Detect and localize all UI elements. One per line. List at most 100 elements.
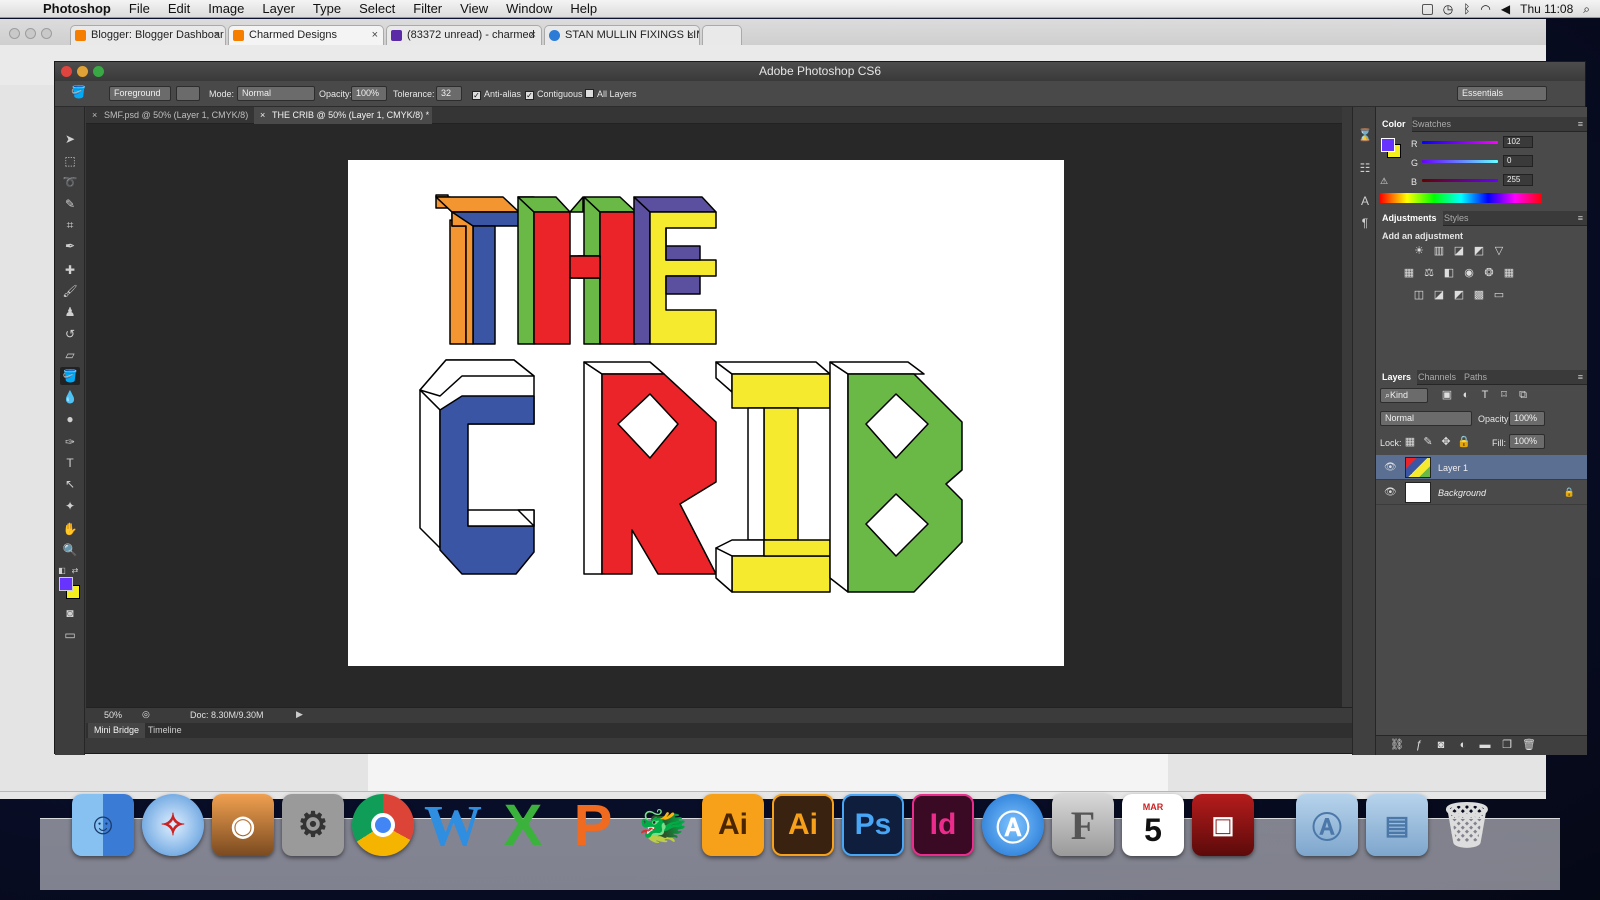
photo-booth-dock-icon[interactable]: ▣ (1192, 794, 1254, 856)
hue-saturation-icon[interactable]: ▦ (1402, 267, 1416, 280)
browser-minimize-button[interactable] (25, 28, 36, 39)
move-tool-icon[interactable]: ➤ (60, 130, 80, 148)
system-preferences-dock-icon[interactable]: ⚙ (282, 794, 344, 856)
color-lookup-icon[interactable]: ▦ (1502, 267, 1516, 280)
photoshop-dock-icon[interactable]: Ps (842, 794, 904, 856)
g-value[interactable]: 0 (1503, 155, 1533, 167)
filter-adjustment-icon[interactable]: ◐ (1459, 389, 1473, 402)
clone-stamp-tool-icon[interactable]: ♟ (60, 303, 80, 321)
curves-icon[interactable]: ◪ (1452, 245, 1466, 258)
zoom-level[interactable]: 50% (104, 710, 122, 720)
quick-select-tool-icon[interactable]: ✎ (60, 195, 80, 213)
photo-filter-icon[interactable]: ◉ (1462, 267, 1476, 280)
zoom-tool-icon[interactable]: 🔍 (60, 541, 80, 559)
new-layer-icon[interactable]: ❐ (1500, 739, 1514, 752)
doc-tab-smf[interactable]: × SMF.psd @ 50% (Layer 1, CMYK/8) (86, 107, 252, 124)
blend-mode-select[interactable]: Normal (1380, 411, 1472, 426)
menu-edit[interactable]: Edit (159, 1, 199, 16)
menu-help[interactable]: Help (561, 1, 606, 16)
menu-window[interactable]: Window (497, 1, 561, 16)
close-icon[interactable]: × (92, 107, 97, 124)
layer-row-background[interactable]: 👁 Background 🔒 (1376, 480, 1587, 505)
brightness-icon[interactable]: ☀ (1412, 245, 1426, 258)
menubar-clock[interactable]: Thu 11:08 (1520, 2, 1573, 16)
properties-panel-icon[interactable]: ☷ (1357, 160, 1373, 176)
tab-adjustments[interactable]: Adjustments (1376, 211, 1443, 226)
browser-tab-mail[interactable]: (83372 unread) - charmed × (386, 25, 542, 45)
illustrator-dock-icon[interactable]: Ai (772, 794, 834, 856)
crop-tool-icon[interactable]: ⌗ (60, 216, 80, 234)
contiguous-checkbox[interactable]: ✓ Contiguous (525, 87, 583, 101)
vibrance-icon[interactable]: ▽ (1492, 245, 1506, 258)
opacity-field[interactable]: 100% (351, 86, 387, 101)
tab-swatches[interactable]: Swatches (1406, 117, 1457, 132)
exposure-icon[interactable]: ◩ (1472, 245, 1486, 258)
fill-source-select[interactable]: Foreground (109, 86, 171, 101)
tab-styles[interactable]: Styles (1438, 211, 1475, 226)
tolerance-field[interactable]: 32 (436, 86, 462, 101)
lock-position-icon[interactable]: ✥ (1439, 436, 1453, 449)
filter-type-icon[interactable]: T (1478, 389, 1492, 402)
excel-dock-icon[interactable]: X (492, 793, 554, 858)
menu-filter[interactable]: Filter (404, 1, 451, 16)
menu-view[interactable]: View (451, 1, 497, 16)
layer-name[interactable]: Layer 1 (1438, 463, 1468, 473)
eyedropper-tool-icon[interactable]: ✒ (60, 237, 80, 255)
shape-tool-icon[interactable]: ✦ (60, 497, 80, 515)
menu-app-name[interactable]: Photoshop (34, 1, 120, 16)
character-panel-icon[interactable]: A (1357, 193, 1373, 209)
indesign-dock-icon[interactable]: Id (912, 794, 974, 856)
menu-layer[interactable]: Layer (253, 1, 304, 16)
tab-layers[interactable]: Layers (1376, 370, 1418, 385)
layer-opacity-field[interactable]: 100% (1509, 411, 1545, 426)
new-tab-button[interactable] (702, 25, 742, 45)
menu-image[interactable]: Image (199, 1, 253, 16)
visibility-eye-icon[interactable]: 👁 (1384, 487, 1397, 498)
bluetooth-icon[interactable]: ᛒ (1463, 2, 1470, 16)
layer-fill-field[interactable]: 100% (1509, 434, 1545, 449)
marquee-tool-icon[interactable]: ⬚ (60, 152, 80, 170)
filter-pixel-icon[interactable]: ▣ (1440, 389, 1454, 402)
chrome-dock-icon[interactable] (352, 794, 414, 856)
lasso-tool-icon[interactable]: ➰ (60, 173, 80, 191)
browser-tab-stan-mullin[interactable]: STAN MULLIN FIXINGS LIMI × (544, 25, 700, 45)
ps-minimize-button[interactable] (77, 66, 88, 77)
illustrator-cs-dock-icon[interactable]: Ai (702, 794, 764, 856)
g-slider[interactable] (1422, 160, 1498, 163)
ps-close-button[interactable] (61, 66, 72, 77)
app-store-dock-icon[interactable]: Ⓐ (982, 794, 1044, 856)
black-white-icon[interactable]: ◧ (1442, 267, 1456, 280)
foreground-color-swatch[interactable] (59, 577, 73, 591)
dodge-tool-icon[interactable]: ● (60, 410, 80, 428)
browser-tab-blogger[interactable]: Blogger: Blogger Dashboar × (70, 25, 226, 45)
menu-type[interactable]: Type (304, 1, 350, 16)
doc-tab-the-crib[interactable]: × THE CRIB @ 50% (Layer 1, CMYK/8) * (254, 107, 432, 124)
documents-folder-dock-icon[interactable]: ▤ (1366, 794, 1428, 856)
new-group-icon[interactable]: ▬ (1478, 739, 1492, 752)
layer-row-layer-1[interactable]: 👁 Layer 1 (1376, 455, 1587, 480)
gradient-map-icon[interactable]: ▩ (1472, 289, 1486, 302)
pattern-picker[interactable] (176, 86, 200, 101)
threshold-icon[interactable]: ◩ (1452, 289, 1466, 302)
safari-dock-icon[interactable]: ✧ (142, 794, 204, 856)
tab-paths[interactable]: Paths (1458, 370, 1493, 385)
browser-tab-charmed-designs[interactable]: Charmed Designs × (228, 25, 384, 45)
path-selection-tool-icon[interactable]: ↖ (60, 475, 80, 493)
eraser-tool-icon[interactable]: ▱ (60, 346, 80, 364)
trash-dock-icon[interactable]: 🗑 (1436, 794, 1498, 856)
powerpoint-dock-icon[interactable]: P (562, 793, 624, 858)
anti-alias-checkbox[interactable]: ✓ Anti-alias (472, 87, 521, 101)
word-dock-icon[interactable]: W (422, 793, 484, 858)
volume-icon[interactable]: ◀ (1501, 2, 1510, 16)
layer-filter-kind-select[interactable]: ⌕Kind (1380, 388, 1428, 403)
lock-all-icon[interactable]: 🔒 (1457, 436, 1471, 449)
close-icon[interactable]: × (688, 29, 694, 41)
hand-tool-icon[interactable]: ✋ (60, 520, 80, 538)
panel-menu-icon[interactable]: ≡ (1578, 211, 1583, 226)
posterize-icon[interactable]: ◪ (1432, 289, 1446, 302)
history-brush-tool-icon[interactable]: ↺ (60, 325, 80, 343)
tab-channels[interactable]: Channels (1412, 370, 1462, 385)
lock-transparent-icon[interactable]: ▦ (1403, 436, 1417, 449)
visibility-eye-icon[interactable]: 👁 (1384, 462, 1397, 473)
b-slider[interactable] (1422, 179, 1498, 182)
